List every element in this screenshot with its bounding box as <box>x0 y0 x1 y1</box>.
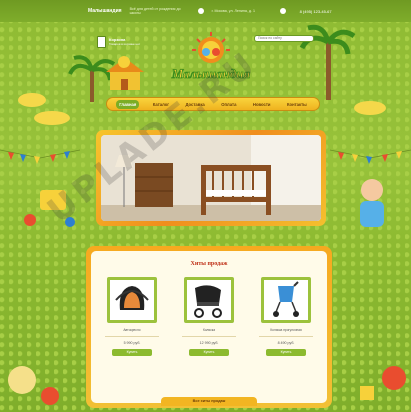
product-image[interactable] <box>184 277 234 323</box>
cart-icon <box>97 36 106 48</box>
product-price: 5 990 руб. <box>123 341 141 345</box>
buy-button[interactable]: Купить <box>266 349 306 356</box>
product-divider <box>259 336 313 337</box>
car-seat-icon <box>115 286 149 310</box>
product-price: 8 490 руб. <box>277 341 295 345</box>
header-tagline: Всё для детей от рождения до школы <box>129 7 181 15</box>
product-divider <box>105 336 159 337</box>
product-card[interactable]: Коляска прогулочная 8 490 руб. Купить <box>255 277 317 356</box>
product-name: Коляска <box>203 328 215 332</box>
buy-button[interactable]: Купить <box>189 349 229 356</box>
product-name: Автокресло <box>123 328 141 332</box>
header-address: г. Москва, ул. Ленина, д. 1 <box>211 9 255 13</box>
cart-widget[interactable]: Корзина Товаров в корзине нет <box>97 34 149 50</box>
products-panel-inner: Хиты продаж Автокресло 5 990 руб. Купить <box>91 251 327 406</box>
location-icon <box>197 8 204 14</box>
product-image[interactable] <box>107 277 157 323</box>
nav-item-contacts[interactable]: Контакты <box>284 100 310 109</box>
header-brand: Малышандия <box>88 8 122 14</box>
nav-item-news[interactable]: Новости <box>250 100 274 109</box>
product-card[interactable]: Коляска 12 990 руб. Купить <box>178 277 240 356</box>
products-section-title: Хиты продаж <box>190 261 228 267</box>
products-panel: Хиты продаж Автокресло 5 990 руб. Купить <box>86 246 332 408</box>
nav-item-home[interactable]: Главная <box>116 99 140 109</box>
product-name: Коляска прогулочная <box>270 328 302 332</box>
product-price: 12 990 руб. <box>199 341 219 345</box>
product-list: Автокресло 5 990 руб. Купить Коляска 12 … <box>101 277 317 356</box>
page: Малышандия Всё для детей от рождения до … <box>0 0 411 412</box>
product-card[interactable]: Автокресло 5 990 руб. Купить <box>101 277 163 356</box>
product-divider <box>182 336 236 337</box>
stroller-icon <box>194 285 222 318</box>
cart-subtitle: Товаров в корзине нет <box>109 42 141 46</box>
buggy-icon <box>273 281 299 317</box>
product-image[interactable] <box>261 277 311 323</box>
all-bestsellers-link[interactable]: Все хиты продаж <box>161 397 257 406</box>
buy-button[interactable]: Купить <box>112 349 152 356</box>
top-bar: Малышандия Всё для детей от рождения до … <box>0 0 411 22</box>
